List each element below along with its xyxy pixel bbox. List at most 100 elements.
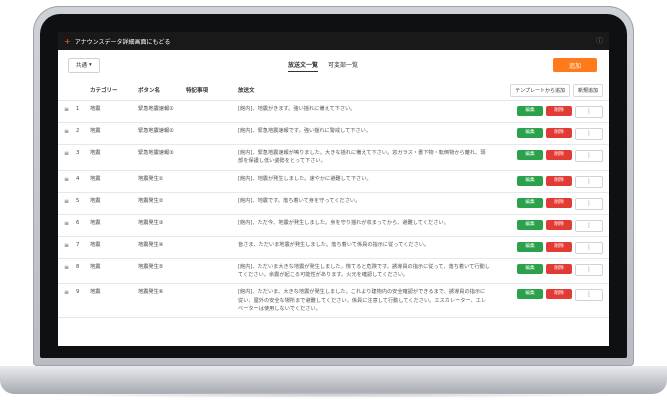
- row-text: [館内]、地震です。落ち着いて身を守ってください。: [238, 197, 361, 204]
- edit-button[interactable]: 編集: [517, 197, 543, 208]
- row-number: 4: [76, 175, 80, 182]
- table-row: ≡ 3 地震 緊急地震速報③ [館内]、緊急地震速報が鳴りました。大きな揺れに備…: [58, 145, 609, 171]
- drag-handle-icon[interactable]: ≡: [64, 263, 76, 273]
- row-category: 地震: [90, 241, 101, 248]
- delete-button[interactable]: 削除: [546, 289, 572, 300]
- tab-broadcast-list[interactable]: 放送文一覧: [288, 60, 319, 72]
- row-category: 地震: [90, 289, 101, 296]
- row-number: 7: [76, 241, 80, 248]
- row-number: 8: [76, 263, 80, 270]
- table-row: ≡ 9 地震 地震発生⑥ [館内]、ただいま、大きな地震が発生しました。これより…: [58, 284, 609, 319]
- row-number: 6: [76, 219, 80, 226]
- edit-button[interactable]: 編集: [517, 219, 543, 230]
- top-bar: + アナウンスデータ詳細画面にもどる ⓘ: [58, 32, 609, 50]
- add-button[interactable]: 追加: [553, 58, 597, 72]
- more-icon[interactable]: ⋮: [575, 197, 603, 210]
- drag-handle-icon[interactable]: ≡: [64, 241, 76, 251]
- drag-handle-icon[interactable]: ≡: [64, 288, 76, 298]
- table-row: ≡ 8 地震 地震発生⑤ [館内]、ただいま大きな地震が発生しました。慌てると危…: [58, 259, 609, 285]
- row-text: [館内]、緊急地震速報です。強い揺れに警戒して下さい。: [238, 128, 372, 134]
- table-body: ≡ 1 地震 緊急地震速報① [館内]、地震がきます。強い揺れに備えて下さい。 …: [58, 101, 609, 319]
- delete-button[interactable]: 削除: [546, 219, 572, 230]
- row-button-name: 緊急地震速報③: [138, 150, 174, 156]
- table-header: カテゴリー ボタン名 特記事項 放送文 テンプレートから追加 新規追加: [58, 80, 609, 101]
- drag-handle-icon[interactable]: ≡: [64, 175, 76, 185]
- chevron-down-icon: ▾: [89, 62, 92, 68]
- header-note: 特記事項: [186, 88, 209, 94]
- delete-button[interactable]: 削除: [546, 128, 572, 138]
- header-button-name: ボタン名: [138, 88, 161, 94]
- row-button-name: 緊急地震速報②: [138, 128, 174, 134]
- toolbar: 共通 ▾ 放送文一覧 可変部一覧 追加: [58, 50, 609, 80]
- row-category: 地震: [90, 106, 101, 112]
- row-category: 地震: [90, 219, 101, 226]
- delete-button[interactable]: 削除: [546, 241, 572, 252]
- row-category: 地震: [90, 128, 101, 134]
- row-text: [館内]、緊急地震速報が鳴りました。大きな揺れに備えて下さい。窓ガラス・書下物・…: [238, 150, 486, 165]
- app-screen: + アナウンスデータ詳細画面にもどる ⓘ 共通 ▾ 放送文一覧 可変部一覧 追加…: [58, 32, 609, 346]
- delete-button[interactable]: 削除: [546, 106, 572, 116]
- row-category: 地震: [90, 197, 101, 204]
- row-number: 1: [76, 106, 80, 112]
- row-text: [館内]、ただいま、大きな地震が発生しました。これより建物内の安全確認ができるま…: [238, 289, 487, 312]
- edit-button[interactable]: 編集: [517, 150, 543, 160]
- edit-button[interactable]: 編集: [517, 175, 543, 186]
- more-icon[interactable]: ⋮: [575, 263, 603, 276]
- more-icon[interactable]: ⋮: [575, 219, 603, 232]
- edit-button[interactable]: 編集: [517, 289, 543, 300]
- drag-handle-icon[interactable]: ≡: [64, 149, 76, 159]
- row-button-name: 地震発生⑥: [138, 289, 164, 296]
- row-number: 5: [76, 197, 80, 204]
- row-button-name: 緊急地震速報①: [138, 106, 174, 112]
- row-number: 3: [76, 150, 80, 156]
- row-category: 地震: [90, 150, 101, 156]
- row-number: 2: [76, 128, 80, 134]
- info-icon[interactable]: ⓘ: [596, 36, 603, 46]
- table-row: ≡ 1 地震 緊急地震速報① [館内]、地震がきます。強い揺れに備えて下さい。 …: [58, 101, 609, 123]
- edit-button[interactable]: 編集: [517, 106, 543, 116]
- row-button-name: 地震発生②: [138, 197, 164, 204]
- edit-button[interactable]: 編集: [517, 128, 543, 138]
- drag-handle-icon[interactable]: ≡: [64, 197, 76, 207]
- edit-button[interactable]: 編集: [517, 241, 543, 252]
- row-category: 地震: [90, 263, 101, 270]
- table-row: ≡ 4 地震 地震発生① [館内]、地震が発生しました。速やかに避難して下さい。…: [58, 171, 609, 193]
- row-text: [館内]、ただいま大きな地震が発生しました。慌てると危険です。誘導員の指示に従っ…: [238, 263, 490, 278]
- more-icon[interactable]: ⋮: [575, 150, 603, 162]
- tab-variable-list[interactable]: 可変部一覧: [328, 60, 358, 72]
- row-button-name: 地震発生③: [138, 219, 164, 226]
- new-add-button[interactable]: 新規追加: [572, 83, 603, 97]
- back-link[interactable]: アナウンスデータ詳細画面にもどる: [75, 37, 171, 46]
- drag-handle-icon[interactable]: ≡: [64, 127, 76, 137]
- row-category: 地震: [90, 175, 101, 182]
- drag-handle-icon[interactable]: ≡: [64, 219, 76, 229]
- row-button-name: 地震発生④: [138, 241, 164, 248]
- row-text: 皆さま、ただいま地震が発生しました。落ち着いて係員の指示に従ってください。: [238, 241, 430, 248]
- row-text: [館内]、ただ今、地震が発生しました。身を守り揺れが収まってから、避難してくださ…: [238, 219, 449, 226]
- table-row: ≡ 5 地震 地震発生② [館内]、地震です。落ち着いて身を守ってください。 編…: [58, 193, 609, 215]
- delete-button[interactable]: 削除: [546, 175, 572, 186]
- add-from-template-button[interactable]: テンプレートから追加: [510, 83, 570, 97]
- delete-button[interactable]: 削除: [546, 150, 572, 160]
- header-category: カテゴリー: [90, 88, 118, 94]
- drag-handle-icon[interactable]: ≡: [64, 105, 76, 115]
- table-row: ≡ 6 地震 地震発生③ [館内]、ただ今、地震が発生しました。身を守り揺れが収…: [58, 215, 609, 237]
- edit-button[interactable]: 編集: [517, 263, 543, 274]
- row-button-name: 地震発生⑤: [138, 263, 164, 270]
- row-text: [館内]、地震がきます。強い揺れに備えて下さい。: [238, 106, 356, 112]
- more-icon[interactable]: ⋮: [575, 289, 603, 302]
- more-icon[interactable]: ⋮: [575, 175, 603, 188]
- category-select-value: 共通: [76, 63, 88, 69]
- laptop-base: [0, 366, 667, 394]
- back-icon[interactable]: +: [64, 37, 71, 46]
- delete-button[interactable]: 削除: [546, 197, 572, 208]
- row-button-name: 地震発生①: [138, 175, 164, 182]
- table-row: ≡ 2 地震 緊急地震速報② [館内]、緊急地震速報です。強い揺れに警戒して下さ…: [58, 123, 609, 145]
- more-icon[interactable]: ⋮: [575, 241, 603, 254]
- delete-button[interactable]: 削除: [546, 263, 572, 274]
- tabs: 放送文一覧 可変部一覧: [288, 60, 358, 72]
- more-icon[interactable]: ⋮: [575, 106, 603, 118]
- category-select[interactable]: 共通 ▾: [68, 57, 100, 73]
- row-text: [館内]、地震が発生しました。速やかに避難して下さい。: [238, 175, 372, 182]
- more-icon[interactable]: ⋮: [575, 128, 603, 140]
